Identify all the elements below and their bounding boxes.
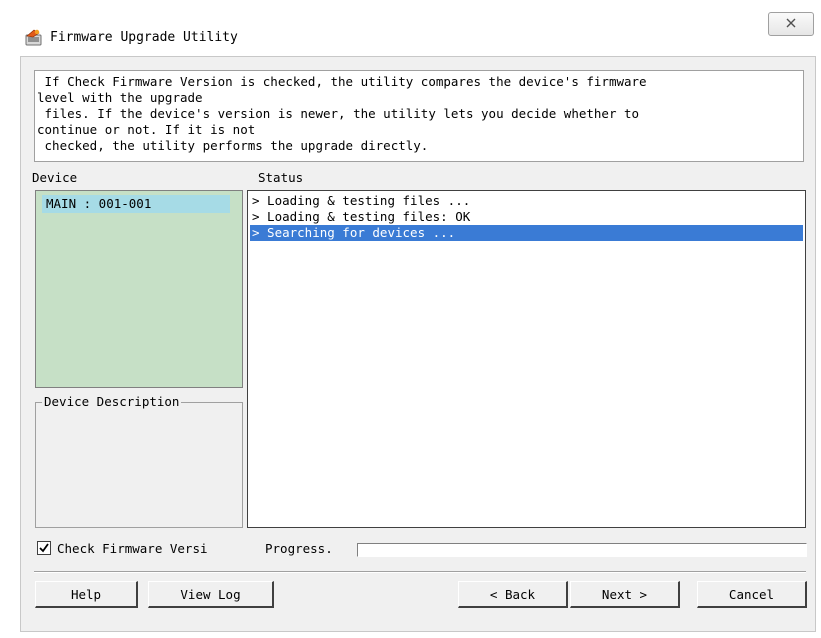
device-label: Device: [32, 170, 78, 185]
close-icon: [785, 17, 797, 32]
view-log-button[interactable]: View Log: [148, 581, 274, 608]
status-line-selected: > Searching for devices ...: [250, 225, 803, 241]
window-title: Firmware Upgrade Utility: [50, 30, 238, 45]
device-description-label: Device Description: [42, 394, 182, 409]
device-list-item[interactable]: MAIN : 001-001: [42, 195, 230, 213]
status-line: > Loading & testing files ...: [252, 193, 471, 208]
check-firmware-label: Check Firmware Versi: [57, 541, 208, 556]
back-button[interactable]: < Back: [458, 581, 568, 608]
help-button[interactable]: Help: [35, 581, 138, 608]
device-list[interactable]: MAIN : 001-001: [35, 190, 243, 388]
progress-bar: [357, 543, 807, 557]
progress-label: Progress.: [265, 541, 333, 556]
separator: [34, 571, 806, 573]
status-line: > Loading & testing files: OK: [252, 209, 471, 224]
check-firmware-checkbox[interactable]: [37, 541, 51, 555]
status-log[interactable]: > Loading & testing files ... > Loading …: [247, 190, 806, 528]
info-text-box: If Check Firmware Version is checked, th…: [34, 70, 804, 162]
firmware-app-icon: [24, 28, 42, 46]
status-label: Status: [258, 170, 304, 185]
close-button[interactable]: [768, 12, 814, 36]
cancel-button[interactable]: Cancel: [697, 581, 807, 608]
next-button[interactable]: Next >: [570, 581, 680, 608]
device-description-group: Device Description: [35, 394, 243, 528]
